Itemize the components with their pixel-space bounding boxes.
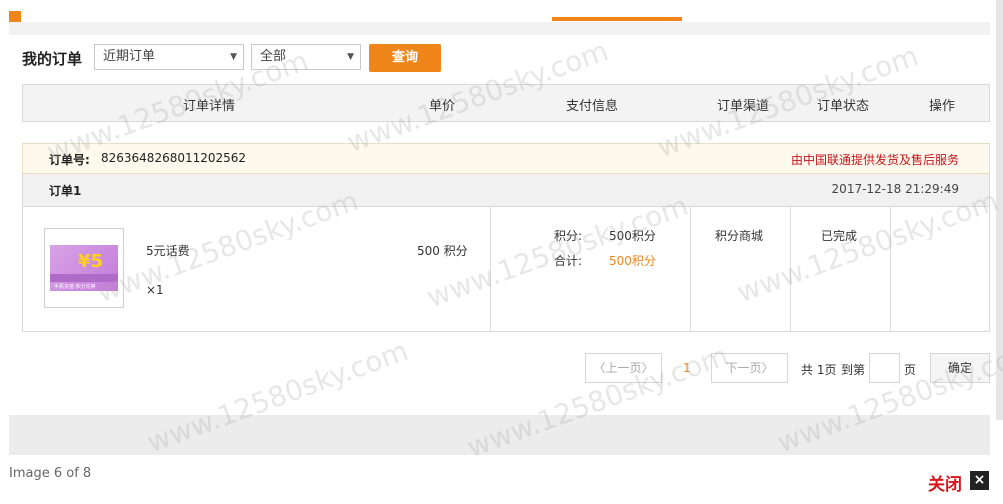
order-row: ¥5 手机充值 积分兑换 5元话费 ×1 500 积分 积分: 500积分 合计… [22,206,990,332]
product-quantity: ×1 [146,283,164,297]
order-header: 订单1 2017-12-18 21:29:49 [22,174,990,206]
col-detail: 订单详情 [183,99,236,114]
col-status: 订单状态 [817,99,870,114]
close-button-label[interactable]: 关闭 [928,470,962,495]
order-name: 订单1 [49,184,82,198]
points-value: 500积分 [609,229,656,243]
col-price: 单价 [429,99,456,114]
divider [490,207,491,331]
order-channel: 积分商城 [715,229,764,243]
page-number-input[interactable] [869,353,900,383]
prev-label: 上一页 [605,361,642,375]
next-page-button[interactable]: 下一页〉 [711,353,788,383]
page-total: 共 1页 [801,363,837,377]
col-channel: 订单渠道 [717,99,770,114]
order-status: 已完成 [821,229,858,243]
range-select-value: 近期订单 [103,49,156,64]
total-value: 500积分 [609,254,656,268]
table-header: 订单详情 单价 支付信息 订单渠道 订单状态 操作 [22,84,990,122]
points-label: 积分: [554,229,583,243]
top-tab-strip [9,22,990,35]
status-select[interactable]: 全部 ▼ [251,44,361,70]
city-skyline [50,274,118,282]
col-action: 操作 [929,99,956,114]
close-icon[interactable]: × [970,471,989,490]
product-image: ¥5 手机充值 积分兑换 [50,245,118,291]
current-page[interactable]: 1 [683,361,691,375]
product-name[interactable]: 5元话费 [146,242,190,259]
range-select[interactable]: 近期订单 ▼ [94,44,244,70]
chevron-down-icon: ▼ [230,52,237,62]
page-unit: 页 [904,363,917,377]
confirm-button[interactable]: 确定 [930,353,990,383]
divider [790,207,791,331]
next-label: 下一页 [725,361,762,375]
unit-price: 500 积分 [417,244,468,258]
thumb-five: ¥5 [78,251,104,272]
divider [890,207,891,331]
col-payment: 支付信息 [566,99,619,114]
service-text: 由中国联通提供发货及售后服务 [790,153,959,167]
prev-page-button[interactable]: 〈上一页〉 [585,353,662,383]
divider [690,207,691,331]
chevron-right-icon: 〉 [761,361,774,375]
chevron-left-icon: 〉 [641,361,654,375]
order-number-bar: 订单号: 8263648268011202562 由中国联通提供发货及售后服务 [22,143,990,174]
goto-label: 到第 [841,363,866,377]
query-button[interactable]: 查询 [369,44,441,72]
product-thumbnail[interactable]: ¥5 手机充值 积分兑换 [44,228,124,308]
image-counter: Image 6 of 8 [9,466,92,481]
total-label: 合计: [554,254,583,268]
chevron-left-icon: 〈 [593,361,606,375]
order-no-label: 订单号: [49,153,90,167]
scrollbar[interactable] [996,0,1003,420]
panel-bottom [9,415,990,455]
order-time: 2017-12-18 21:29:49 [831,182,959,196]
order-no: 8263648268011202562 [101,151,247,165]
page-title: 我的订单 [22,50,83,68]
thumb-caption: 手机充值 积分兑换 [54,284,96,290]
chevron-down-icon: ▼ [347,52,354,62]
active-tab-indicator [552,17,682,21]
status-select-value: 全部 [260,49,287,64]
